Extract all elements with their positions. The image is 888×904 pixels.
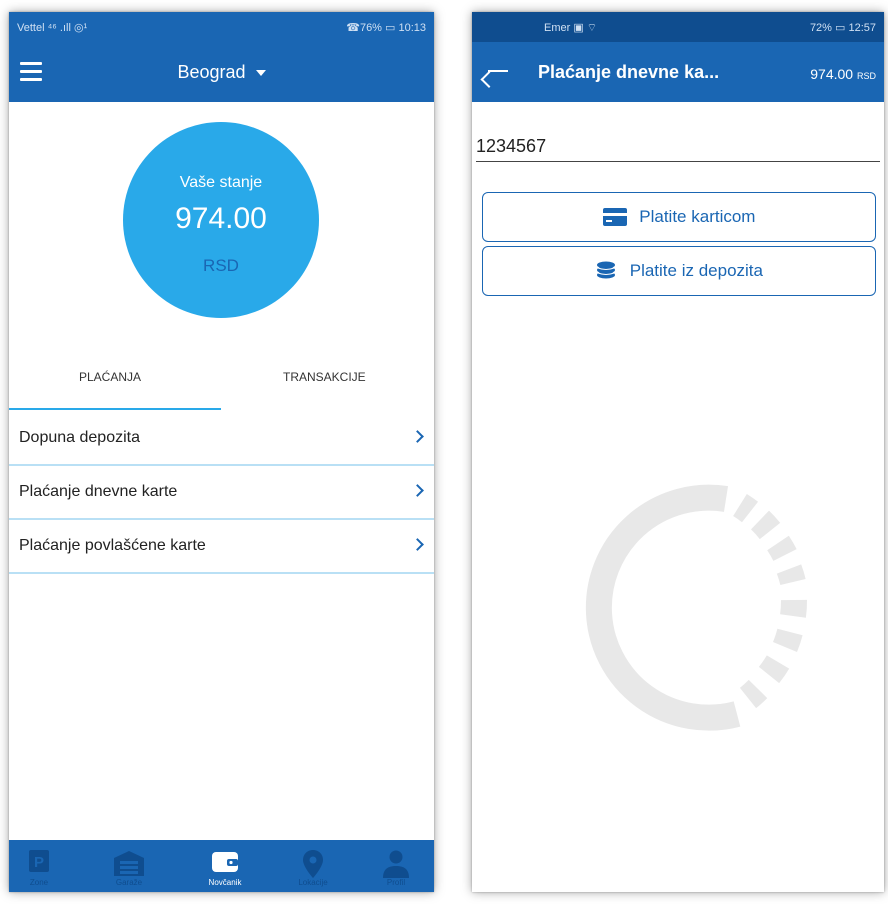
header-currency: RSD <box>856 71 876 81</box>
status-carrier: Emer ▣ ⌔ <box>544 22 598 34</box>
tab-transactions[interactable]: TRANSAKCIJE <box>283 370 366 384</box>
chevron-right-icon <box>411 538 424 551</box>
wallet-screen: Vettel ⁴⁶ .ıll ◎¹ ☎76% ▭ 10:13 Beograd V… <box>9 12 434 892</box>
input-underline <box>476 161 880 162</box>
list-item-label: Plaćanje dnevne karte <box>19 483 178 500</box>
status-bar: Vettel ⁴⁶ .ıll ◎¹ ☎76% ▭ 10:13 <box>9 12 434 42</box>
header-amount: 974.00 <box>810 66 854 82</box>
balance-currency: RSD <box>203 256 239 275</box>
city-label: Beograd <box>177 62 246 82</box>
chevron-right-icon <box>411 430 424 443</box>
loading-spinner-icon <box>585 484 807 731</box>
page-title: Plaćanje dnevne ka... <box>538 62 720 82</box>
wallet-icon <box>212 852 238 872</box>
garage-icon <box>114 851 144 876</box>
status-bar: Emer ▣ ⌔ 72% ▭ 12:57 <box>472 12 884 42</box>
ticket-number-field[interactable]: 1234567 <box>476 136 546 157</box>
header-balance: 974.00 RSD <box>810 66 876 82</box>
nav-label: Zone <box>29 878 49 887</box>
parking-icon: P <box>29 850 49 872</box>
city-selector[interactable]: Beograd <box>9 62 434 83</box>
list-item-deposit-topup[interactable]: Dopuna depozita <box>9 412 434 466</box>
back-arrow-icon[interactable] <box>488 70 508 72</box>
button-label: Platite karticom <box>639 207 756 226</box>
pay-from-deposit-button[interactable]: Platite iz depozita <box>482 246 876 296</box>
balance-circle: Vaše stanje 974.00 RSD <box>123 122 319 318</box>
nav-profile[interactable]: Profil <box>366 840 426 892</box>
button-label: Platite iz depozita <box>629 261 763 280</box>
credit-card-icon <box>602 208 627 226</box>
list-item-label: Dopuna depozita <box>19 429 140 446</box>
app-bar: Beograd <box>9 42 434 102</box>
balance-label: Vaše stanje <box>179 174 263 191</box>
nav-label: Lokacije <box>298 878 328 887</box>
svg-text:P: P <box>34 854 44 871</box>
nav-garages[interactable]: Garaže <box>99 840 159 892</box>
nav-zones[interactable]: P Zone <box>9 840 69 892</box>
status-carrier: Vettel ⁴⁶ .ıll ◎¹ <box>17 22 88 34</box>
nav-locations[interactable]: Lokacije <box>283 840 343 892</box>
app-bar: Plaćanje dnevne ka... 974.00 RSD <box>472 42 884 102</box>
pay-by-card-button[interactable]: Platite karticom <box>482 192 876 242</box>
list-item-label: Plaćanje povlašćene karte <box>19 537 206 554</box>
tab-payments[interactable]: PLAĆANJA <box>79 370 141 384</box>
balance-amount: 974.00 <box>175 202 267 235</box>
active-tab-indicator <box>9 408 221 410</box>
chevron-right-icon <box>411 484 424 497</box>
daily-ticket-payment-screen: Emer ▣ ⌔ 72% ▭ 12:57 Plaćanje dnevne ka.… <box>472 12 884 892</box>
nav-label: Garaže <box>115 878 143 887</box>
nav-label: Novčanik <box>208 878 242 887</box>
user-icon <box>383 850 409 878</box>
nav-wallet[interactable]: Novčanik <box>195 840 255 892</box>
status-battery-time: 72% ▭ 12:57 <box>809 22 876 34</box>
status-battery-time: ☎76% ▭ 10:13 <box>346 22 426 34</box>
bottom-navigation: P Zone Garaže Novčanik Lokacije Profil <box>9 840 434 892</box>
nav-label: Profil <box>386 878 406 887</box>
dropdown-caret-icon <box>255 70 266 77</box>
coins-icon <box>597 261 615 279</box>
list-item-daily-ticket[interactable]: Plaćanje dnevne karte <box>9 466 434 520</box>
list-item-privileged-ticket[interactable]: Plaćanje povlašćene karte <box>9 520 434 574</box>
location-pin-icon <box>303 850 323 878</box>
